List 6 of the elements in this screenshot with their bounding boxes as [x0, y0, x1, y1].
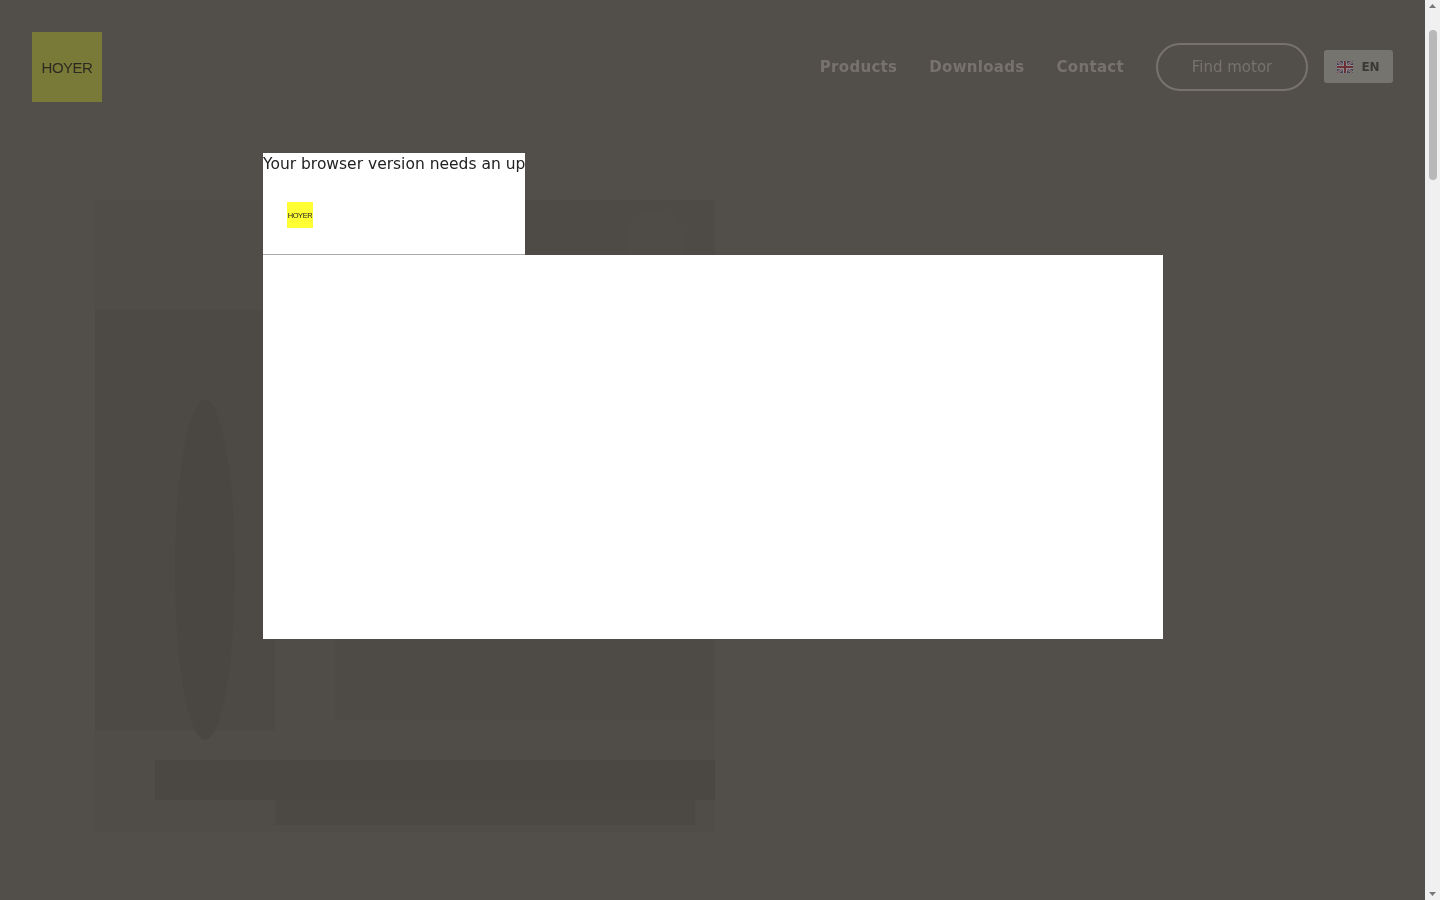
logo[interactable]: HOYER — [32, 32, 102, 102]
scrollbar[interactable] — [1425, 0, 1440, 900]
language-button[interactable]: EN — [1324, 50, 1393, 83]
scroll-thumb[interactable] — [1428, 30, 1437, 180]
notice-text: Your browser version needs an up — [263, 155, 526, 173]
flag-icon — [1337, 60, 1354, 73]
